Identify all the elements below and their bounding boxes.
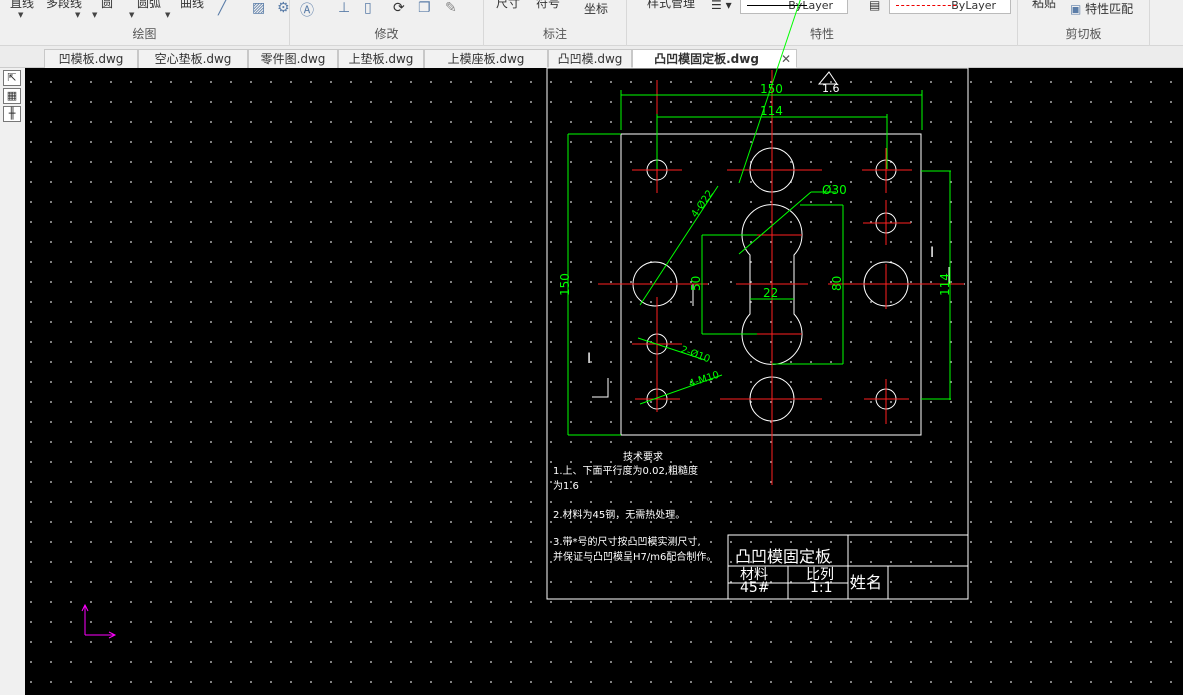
coordinate-tool[interactable]: 坐标 <box>584 0 608 17</box>
close-tab-icon[interactable]: ✕ <box>781 50 791 68</box>
tab-doc[interactable]: 凸凹模.dwg <box>548 49 632 68</box>
sheet-icon[interactable]: ▦ <box>3 88 21 104</box>
linetype-value: ByLayer <box>788 0 833 12</box>
region-icon[interactable]: ⚙ <box>277 0 290 16</box>
linetype-combo[interactable]: ByLayer <box>740 0 848 14</box>
lineweight-icon[interactable]: ☰ ▾ <box>711 0 732 12</box>
rotate-icon[interactable]: ⟳ <box>393 0 405 16</box>
layout-icon[interactable]: ⇱ <box>3 70 21 86</box>
ribbon: 直线 多段线 圆 圆弧 曲线 ▼ ▼ ▼ ▼ ▼ ╱ ▨ ⚙ 绘图 Ⓐ ⊥ ▯ ⟳ ❐ … <box>0 0 1183 46</box>
polyline-tool[interactable]: 多段线 <box>46 0 82 11</box>
group-clipboard: 粘贴 ▣ 特性匹配 剪切板 <box>1018 0 1150 46</box>
hatch-icon[interactable]: ▨ <box>252 0 265 16</box>
tab-doc[interactable]: 上模座板.dwg <box>424 49 548 68</box>
curve-tool[interactable]: 曲线 <box>180 0 204 11</box>
tech-line: 2.材料为45钢，无需热处理。 <box>553 510 686 521</box>
document-tabs: 凹模板.dwg 空心垫板.dwg 零件图.dwg 上垫板.dwg 上模座板.dw… <box>0 46 1183 68</box>
material-value: 45# <box>740 580 770 596</box>
linetype-icon[interactable]: ▤ <box>869 0 880 12</box>
group-label-clipboard: 剪切板 <box>1065 27 1102 41</box>
match-properties-button[interactable]: ▣ 特性匹配 <box>1070 0 1133 17</box>
group-draw: 直线 多段线 圆 圆弧 曲线 ▼ ▼ ▼ ▼ ▼ ╱ ▨ ⚙ 绘图 <box>0 0 290 46</box>
edit-icon[interactable]: ✎ <box>445 0 457 16</box>
stretch-icon[interactable]: ▯ <box>364 0 372 16</box>
group-label-annotate: 标注 <box>542 27 567 41</box>
offset-icon[interactable]: ⊥ <box>338 0 350 16</box>
construction-line-icon[interactable]: ╱ <box>218 0 226 16</box>
frame-icon[interactable]: ╫ <box>3 106 21 122</box>
color-value: ByLayer <box>951 0 996 12</box>
drawing-canvas[interactable] <box>25 68 1183 695</box>
group-label-modify: 修改 <box>374 27 399 41</box>
copy-icon[interactable]: ❐ <box>418 0 431 16</box>
group-annotate: 尺寸 符号 坐标 标注 <box>484 0 627 46</box>
tab-doc[interactable]: 零件图.dwg <box>248 49 338 68</box>
tab-doc-active[interactable]: 凸凹模固定板.dwg ✕ <box>632 49 797 68</box>
match-icon: ▣ <box>1070 2 1082 16</box>
dimension-tool[interactable]: 尺寸 <box>496 0 520 11</box>
line-tool[interactable]: 直线 <box>10 0 34 11</box>
tech-line: 3.带*号的尺寸按凸凹模实测尺寸, <box>553 537 701 548</box>
group-modify: Ⓐ ⊥ ▯ ⟳ ❐ ✎ 修改 <box>290 0 484 46</box>
tab-doc[interactable]: 空心垫板.dwg <box>138 49 248 68</box>
tech-line: 并保证与凸凹模呈H7/m6配合制作。 <box>553 552 717 563</box>
group-label-draw: 绘图 <box>132 27 157 41</box>
group-label-properties: 特性 <box>809 27 834 41</box>
match-label: 特性匹配 <box>1085 2 1134 16</box>
circle-tool[interactable]: 圆 <box>101 0 113 11</box>
style-manager[interactable]: 样式管理 <box>647 0 695 11</box>
tech-line: 为1.6 <box>553 481 579 492</box>
paste-button[interactable]: 粘贴 <box>1032 0 1056 11</box>
tech-title: 技术要求 <box>623 452 663 463</box>
author-label: 姓名 <box>850 573 883 592</box>
arc-tool[interactable]: 圆弧 <box>137 0 161 11</box>
color-combo[interactable]: ByLayer <box>889 0 1011 14</box>
tab-doc[interactable]: 凹模板.dwg <box>44 49 138 68</box>
tech-line: 1.上、下面平行度为0.02,粗糙度 <box>553 466 698 477</box>
tab-doc[interactable]: 上垫板.dwg <box>338 49 424 68</box>
group-properties: 样式管理 ☰ ▾ ByLayer ▤ ByLayer 特性 <box>627 0 1018 46</box>
side-toolbar: ⇱ ▦ ╫ <box>0 68 25 695</box>
scale-value: 1:1 <box>810 580 833 596</box>
text-icon[interactable]: Ⓐ <box>300 0 314 20</box>
symbol-tool[interactable]: 符号 <box>536 0 560 11</box>
